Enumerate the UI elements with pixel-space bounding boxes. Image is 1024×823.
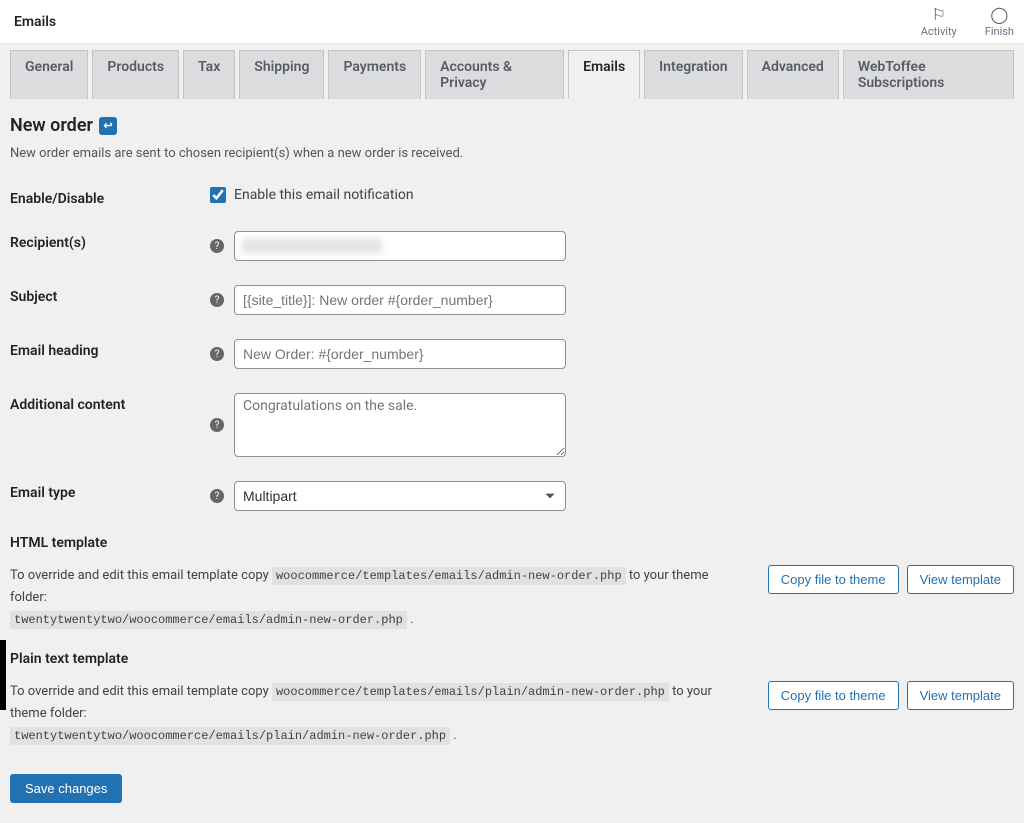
view-template-button[interactable]: View template	[907, 681, 1014, 710]
tab-webtoffee-subscriptions[interactable]: WebToffee Subscriptions	[843, 50, 1014, 99]
additional-label: Additional content	[10, 397, 125, 413]
view-template-button[interactable]: View template	[907, 565, 1014, 594]
recipients-row: Recipient(s) ?	[10, 231, 1014, 261]
tab-products[interactable]: Products	[92, 50, 179, 99]
enable-label: Enable/Disable	[10, 187, 210, 207]
enable-checkbox-label: Enable this email notification	[234, 187, 414, 203]
breadcrumb-title: Emails	[14, 14, 56, 30]
html-template-section: HTML template To override and edit this …	[10, 535, 1014, 631]
heading-label: Email heading	[10, 343, 99, 359]
additional-row: Additional content ?	[10, 393, 1014, 457]
back-icon[interactable]: ↩	[99, 117, 117, 135]
copy-file-button[interactable]: Copy file to theme	[768, 681, 899, 710]
page-title-row: New order ↩	[10, 115, 1014, 136]
save-button[interactable]: Save changes	[10, 774, 122, 803]
code-path: woocommerce/templates/emails/admin-new-o…	[272, 567, 626, 585]
emailtype-row: Email type ? Multipart	[10, 481, 1014, 511]
help-icon[interactable]: ?	[210, 489, 224, 503]
settings-tabs: GeneralProductsTaxShippingPaymentsAccoun…	[0, 44, 1024, 99]
topbar: Emails ⚐ Activity ◯ Finish	[0, 0, 1024, 44]
page-description: New order emails are sent to chosen reci…	[10, 146, 1014, 161]
copy-file-button[interactable]: Copy file to theme	[768, 565, 899, 594]
code-path: twentytwentytwo/woocommerce/emails/plain…	[10, 727, 450, 745]
tab-integration[interactable]: Integration	[644, 50, 742, 99]
subject-input[interactable]	[234, 285, 566, 315]
enable-row: Enable/Disable Enable this email notific…	[10, 187, 1014, 207]
topbar-actions: ⚐ Activity ◯ Finish	[921, 5, 1014, 38]
content: New order ↩ New order emails are sent to…	[0, 99, 1024, 823]
html-template-title: HTML template	[10, 535, 1014, 551]
tab-advanced[interactable]: Advanced	[747, 50, 839, 99]
subject-row: Subject ?	[10, 285, 1014, 315]
heading-input[interactable]	[234, 339, 566, 369]
finish-button[interactable]: ◯ Finish	[985, 5, 1014, 38]
heading-row: Email heading ?	[10, 339, 1014, 369]
recipients-blurred	[242, 238, 382, 254]
tab-shipping[interactable]: Shipping	[239, 50, 324, 99]
page-title: New order	[10, 115, 93, 136]
finish-label: Finish	[985, 25, 1014, 38]
edge-decoration	[0, 640, 6, 710]
code-path: twentytwentytwo/woocommerce/emails/admin…	[10, 611, 407, 629]
activity-label: Activity	[921, 25, 957, 38]
emailtype-select[interactable]: Multipart	[234, 481, 566, 511]
help-icon[interactable]: ?	[210, 293, 224, 307]
activity-button[interactable]: ⚐ Activity	[921, 5, 957, 38]
circle-icon: ◯	[990, 5, 1008, 24]
settings-form: Enable/Disable Enable this email notific…	[10, 187, 1014, 803]
plain-template-section: Plain text template To override and edit…	[10, 651, 1014, 747]
help-icon[interactable]: ?	[210, 347, 224, 361]
flag-icon: ⚐	[932, 5, 946, 24]
code-path: woocommerce/templates/emails/plain/admin…	[272, 683, 669, 701]
plain-template-title: Plain text template	[10, 651, 1014, 667]
tab-accounts-privacy[interactable]: Accounts & Privacy	[425, 50, 564, 99]
additional-textarea[interactable]	[234, 393, 566, 457]
emailtype-label: Email type	[10, 485, 75, 501]
tab-tax[interactable]: Tax	[183, 50, 235, 99]
tab-general[interactable]: General	[10, 50, 88, 99]
enable-checkbox[interactable]	[210, 187, 226, 203]
tab-emails[interactable]: Emails	[568, 50, 640, 99]
help-icon[interactable]: ?	[210, 239, 224, 253]
subject-label: Subject	[10, 289, 57, 305]
plain-template-desc: To override and edit this email template…	[10, 681, 748, 747]
help-icon[interactable]: ?	[210, 418, 224, 432]
tab-payments[interactable]: Payments	[328, 50, 421, 99]
html-template-desc: To override and edit this email template…	[10, 565, 748, 631]
recipients-label: Recipient(s)	[10, 235, 86, 251]
